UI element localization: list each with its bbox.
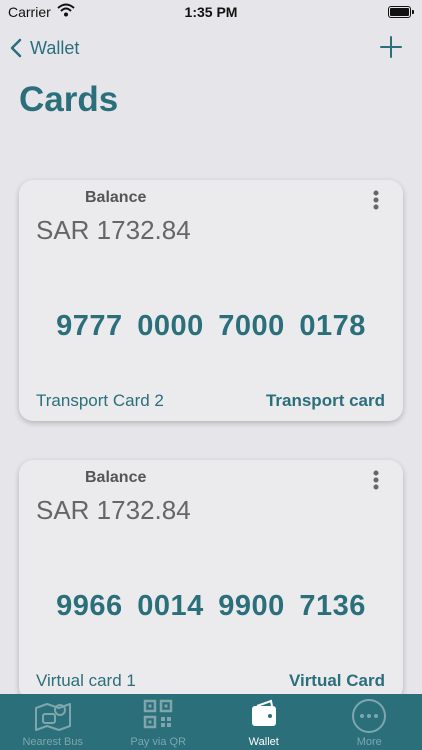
more-vertical-icon [373,190,379,210]
card-menu-button[interactable] [373,470,379,495]
tab-label: Wallet [248,736,279,748]
status-time: 1:35 PM [184,4,238,20]
card-name: Transport Card 2 [36,391,164,410]
card-name: Virtual card 1 [36,671,136,690]
more-icon [352,699,387,733]
balance-value: SAR 1732.84 [36,495,191,525]
tab-bar: Nearest Bus Pay via QR Wallet More [0,694,422,750]
add-card-button[interactable] [380,36,402,63]
wallet-card[interactable]: Balance SAR 1732.84 9777 0000 7000 0178 … [19,180,403,421]
tab-wallet[interactable]: Wallet [211,694,317,750]
back-button-label: Wallet [30,37,80,58]
card-menu-button[interactable] [373,190,379,215]
status-bar: Carrier 1:35 PM [0,0,422,24]
tab-pay-via-qr[interactable]: Pay via QR [106,694,212,750]
page-title: Cards [19,80,119,119]
tab-label: Pay via QR [130,736,187,748]
tab-label: Nearest Bus [22,736,84,748]
chevron-left-icon [10,38,22,58]
back-button[interactable]: Wallet [10,36,79,60]
tab-nearest-bus[interactable]: Nearest Bus [0,694,106,750]
qr-code-icon [144,699,173,729]
tab-more[interactable]: More [317,694,422,750]
balance-label: Balance [85,469,147,486]
balance-value: SAR 1732.84 [36,215,191,245]
wallet-card[interactable]: Balance SAR 1732.84 9966 0014 9900 7136 … [19,460,403,701]
balance-label: Balance [85,189,147,206]
battery-icon [388,6,414,18]
card-type: Transport card [265,391,385,410]
card-number: 9966 0014 9900 7136 [56,590,366,622]
card-number: 9777 0000 7000 0178 [56,310,366,342]
card-type: Virtual Card [288,671,385,690]
tab-label: More [356,736,382,748]
bus-map-icon [34,703,71,731]
plus-icon [380,36,402,58]
wallet-icon [251,699,276,726]
more-vertical-icon [373,470,379,490]
